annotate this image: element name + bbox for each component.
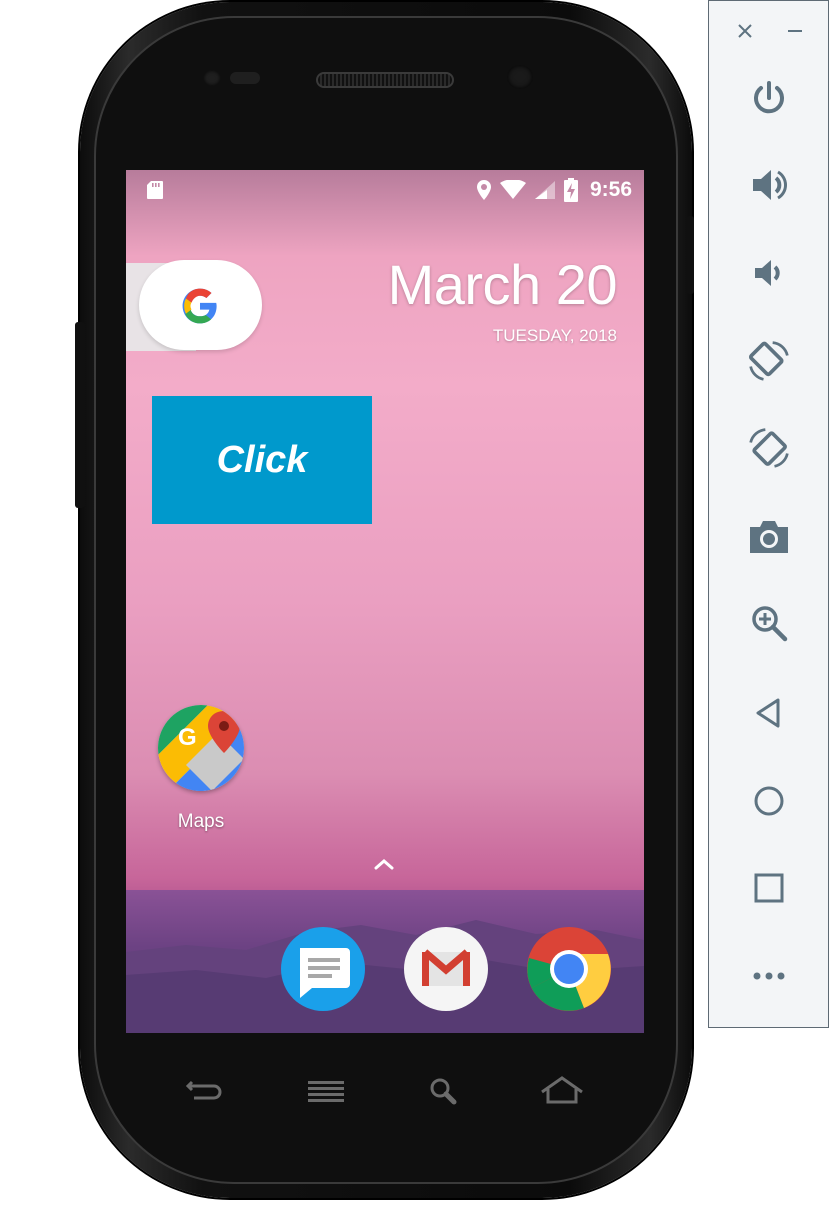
search-icon[interactable] [418, 1074, 466, 1108]
google-g-icon [182, 288, 217, 324]
status-time: 9:56 [589, 178, 632, 201]
battery-charging-icon [563, 178, 578, 202]
sd-card-icon [147, 181, 163, 199]
back-icon[interactable] [180, 1074, 228, 1108]
wifi-icon [499, 180, 526, 199]
volume-up-icon [753, 170, 788, 200]
phone-screen: 9:56 March 20 TUESDAY, 2018 Click G Maps [126, 170, 644, 1033]
rotate-right-button[interactable] [747, 426, 791, 470]
volume-down-icon [755, 260, 780, 286]
app-chrome[interactable] [526, 926, 612, 1012]
zoom-icon [752, 606, 788, 642]
volume-down-button[interactable] [747, 251, 791, 295]
back-triangle-icon [756, 698, 780, 728]
home-button[interactable] [747, 779, 791, 823]
google-search-widget[interactable] [139, 260, 262, 350]
earpiece-speaker [316, 72, 454, 88]
status-icons: 9:56 [476, 176, 632, 204]
phone-side-button-right [686, 216, 694, 294]
rotate-left-button[interactable] [747, 339, 791, 383]
chevron-up-icon[interactable] [372, 856, 396, 872]
emulator-toolbar [708, 0, 829, 1028]
zoom-button[interactable] [747, 601, 791, 645]
close-icon[interactable] [735, 21, 755, 41]
camera-icon [750, 521, 788, 553]
location-icon [476, 180, 491, 200]
date-widget-day-year[interactable]: TUESDAY, 2018 [493, 326, 617, 346]
minimize-icon[interactable] [785, 21, 805, 41]
svg-text:G: G [178, 724, 197, 751]
overview-button[interactable] [747, 866, 791, 910]
rotate-right-icon [749, 428, 789, 468]
volume-up-button[interactable] [747, 163, 791, 207]
click-button[interactable]: Click [152, 396, 372, 524]
back-button[interactable] [747, 691, 791, 735]
app-maps[interactable]: G Maps [156, 705, 246, 833]
app-messages[interactable] [280, 926, 366, 1012]
chrome-icon [527, 927, 611, 1011]
signal-icon [534, 181, 555, 199]
front-camera [507, 65, 533, 89]
power-button[interactable] [747, 76, 791, 120]
app-maps-label: Maps [177, 811, 225, 832]
front-sensor [203, 70, 221, 86]
more-button[interactable] [747, 954, 791, 998]
google-maps-icon: G [158, 705, 244, 791]
power-icon [754, 81, 784, 114]
screenshot-button[interactable] [747, 514, 791, 558]
date-widget-date[interactable]: March 20 [388, 252, 618, 317]
app-gmail[interactable] [403, 926, 489, 1012]
gmail-icon [404, 927, 488, 1011]
dock [126, 890, 644, 1033]
messages-icon [281, 927, 365, 1011]
click-button-label: Click [216, 438, 308, 481]
rotate-left-icon [748, 341, 789, 381]
home-circle-icon [754, 786, 784, 816]
status-bar: 9:56 [126, 170, 644, 210]
menu-icon[interactable] [302, 1074, 350, 1108]
overview-square-icon [754, 873, 784, 903]
more-icon [753, 972, 785, 980]
proximity-sensor [230, 72, 260, 84]
home-icon[interactable] [538, 1074, 586, 1108]
phone-side-button-left [75, 322, 85, 508]
